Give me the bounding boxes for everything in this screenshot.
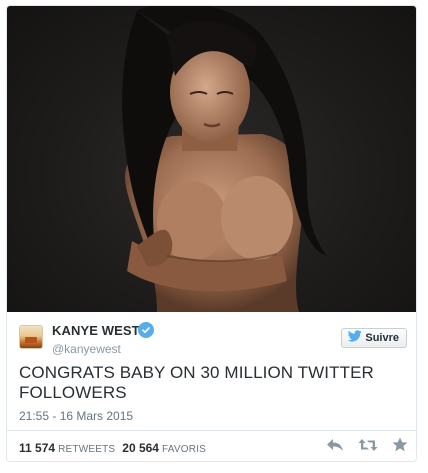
retweets-label: RETWEETS [58,444,116,455]
reply-icon[interactable] [326,438,344,457]
tweet-stats: 11 574 RETWEETS 20 564 FAVORIS [19,441,206,455]
retweets-count[interactable]: 11 574 [19,441,55,455]
follow-button[interactable]: Suivre [341,328,407,348]
author-handle[interactable]: @kanyewest [52,342,121,356]
twitter-bird-icon [348,329,363,347]
favorites-label: FAVORIS [162,444,207,455]
stats-divider [7,430,416,431]
tweet-author-row: KANYE WEST @kanyewest Suivre [19,322,409,359]
author-name[interactable]: KANYE WEST [52,323,140,338]
tweet-text: CONGRATS BABY ON 30 MILLION TWITTER FOLL… [19,363,374,402]
tweet-timestamp[interactable]: 21:55 - 16 Mars 2015 [19,409,133,423]
embedded-tweet-card: KANYE WEST @kanyewest Suivre CONGRATS BA… [6,5,417,462]
verified-badge-icon [138,322,154,338]
tweet-actions [326,437,408,457]
retweet-icon[interactable] [358,438,378,457]
star-icon[interactable] [392,437,408,457]
favorites-count[interactable]: 20 564 [122,441,159,455]
author-avatar[interactable] [19,325,43,349]
follow-button-label: Suivre [365,332,399,344]
tweet-photo[interactable] [7,6,416,312]
